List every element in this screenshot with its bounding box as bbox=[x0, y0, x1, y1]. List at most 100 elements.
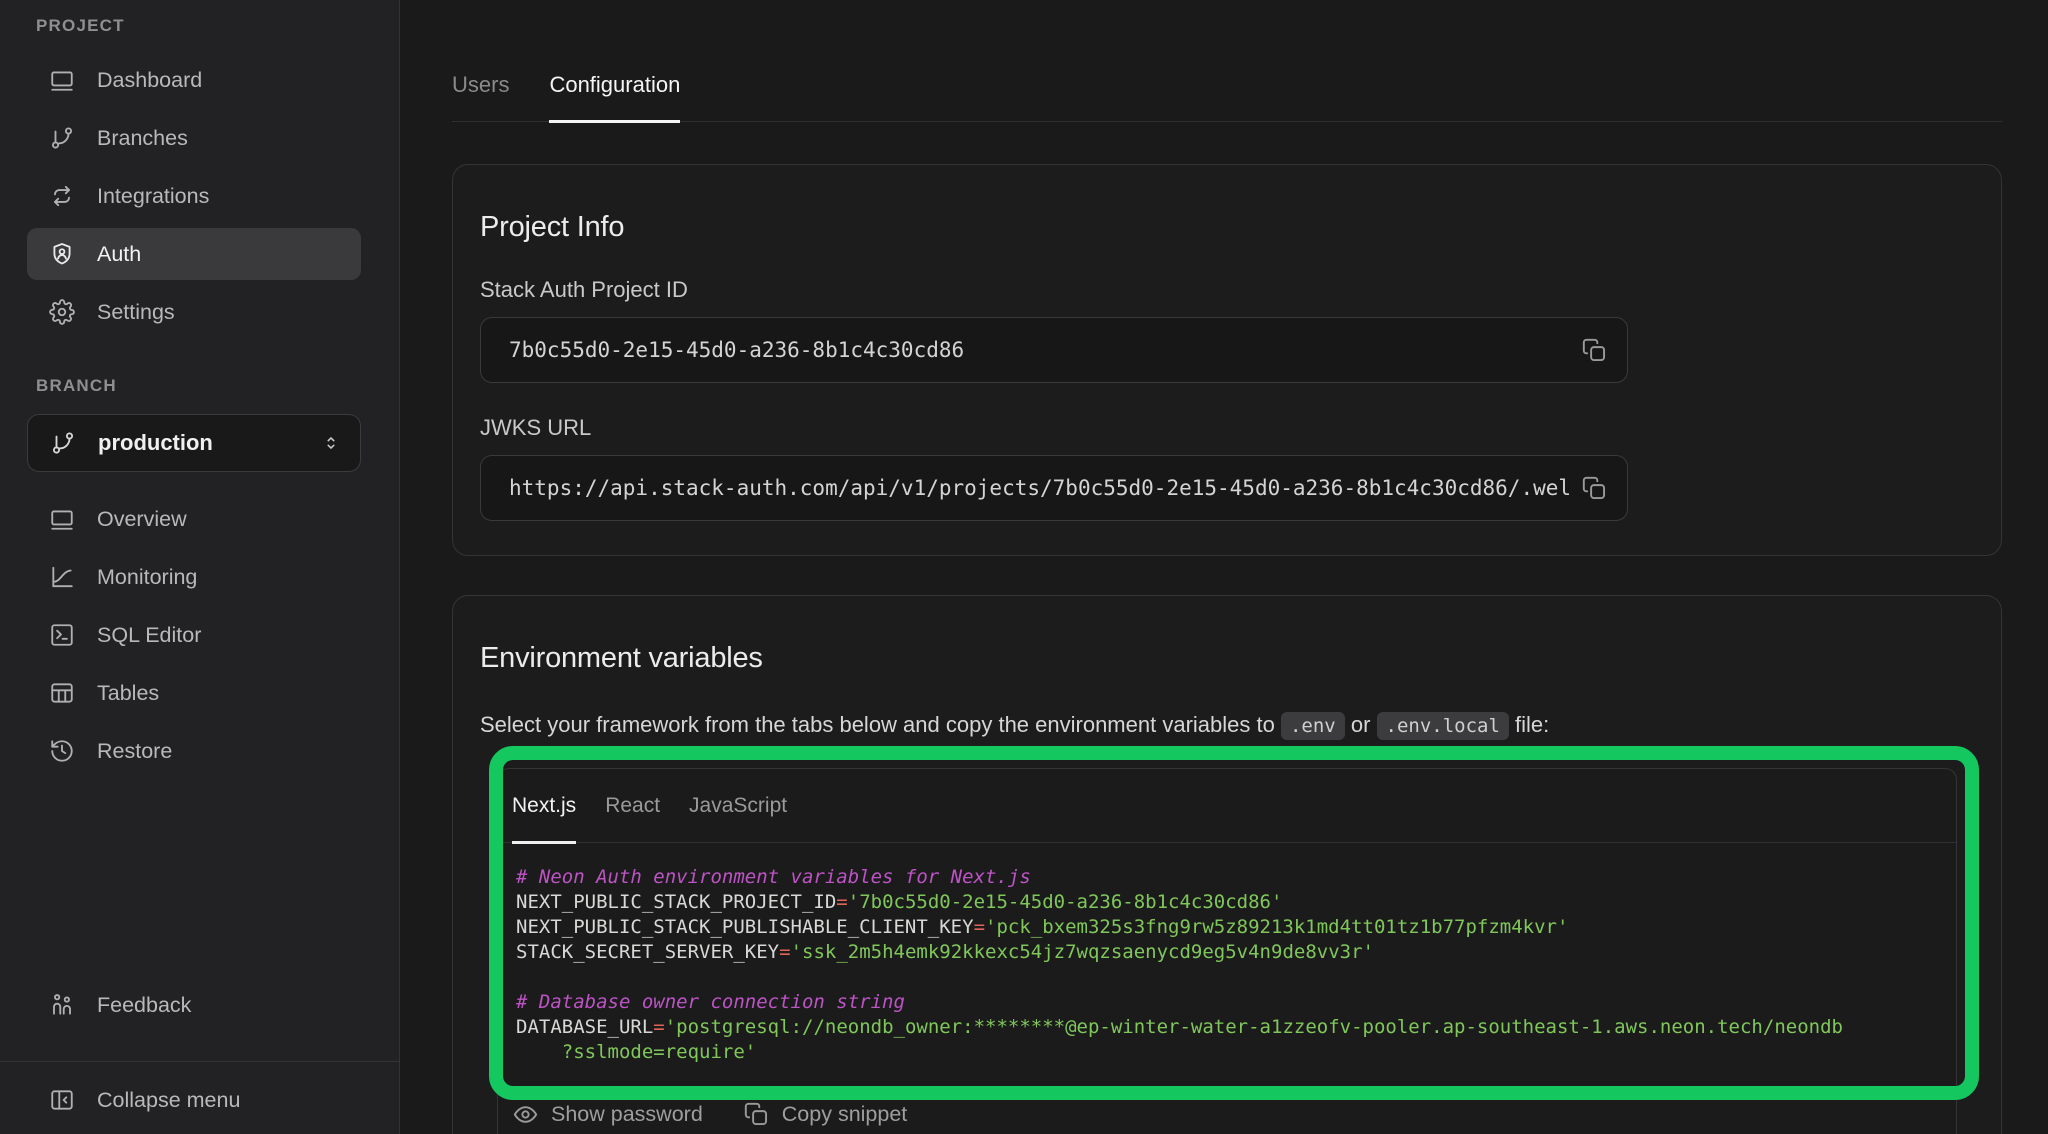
env-vars-card: Environment variables Select your framew… bbox=[452, 595, 2002, 1134]
sidebar-item-label: Tables bbox=[97, 681, 159, 706]
branch-nav: Overview Monitoring SQL Editor Tables Re… bbox=[27, 493, 361, 777]
sidebar-item-label: Overview bbox=[97, 507, 187, 532]
code-equals: = bbox=[779, 941, 790, 963]
sidebar-item-label: Branches bbox=[97, 126, 188, 151]
collapse-menu-label: Collapse menu bbox=[97, 1088, 240, 1113]
project-info-title: Project Info bbox=[480, 209, 1974, 245]
code-snippet-panel: Next.js React JavaScript # Neon Auth env… bbox=[497, 768, 1957, 1134]
branch-selector-value: production bbox=[98, 430, 213, 456]
sidebar-item-restore[interactable]: Restore bbox=[27, 725, 361, 777]
feedback-button[interactable]: Feedback bbox=[27, 979, 361, 1031]
sidebar: PROJECT Dashboard Branches Integrations … bbox=[0, 0, 400, 1134]
branch-section-label: BRANCH bbox=[27, 376, 361, 396]
sidebar-item-integrations[interactable]: Integrations bbox=[27, 170, 361, 222]
collapse-menu-button[interactable]: Collapse menu bbox=[27, 1074, 361, 1126]
code-string: 'pck_bxem325s3fng9rw5z89213k1md4tt01tz1b… bbox=[985, 916, 1568, 938]
collapse-menu-icon bbox=[49, 1087, 75, 1113]
show-password-label: Show password bbox=[551, 1102, 703, 1127]
dashboard-icon bbox=[49, 67, 75, 93]
code-string-continuation: ?sslmode=require' bbox=[516, 1041, 756, 1063]
restore-history-icon bbox=[49, 738, 75, 764]
chevron-updown-icon bbox=[320, 432, 342, 454]
sidebar-item-label: Integrations bbox=[97, 184, 209, 209]
code-string: 'postgresql://neondb_owner:********@ep-w… bbox=[665, 1016, 1843, 1038]
sidebar-item-label: Auth bbox=[97, 242, 141, 267]
code-equals: = bbox=[653, 1016, 664, 1038]
code-block: # Neon Auth environment variables for Ne… bbox=[498, 843, 1956, 1081]
jwks-url-label: JWKS URL bbox=[480, 413, 1974, 443]
sidebar-item-label: SQL Editor bbox=[97, 623, 201, 648]
app-window: PROJECT Dashboard Branches Integrations … bbox=[0, 0, 2048, 1134]
sidebar-item-monitoring[interactable]: Monitoring bbox=[27, 551, 361, 603]
integrations-icon bbox=[49, 183, 75, 209]
branch-icon bbox=[50, 430, 76, 456]
copy-jwks-url-button[interactable] bbox=[1579, 473, 1609, 503]
framework-tabbar: Next.js React JavaScript bbox=[498, 769, 1956, 843]
sidebar-item-settings[interactable]: Settings bbox=[27, 286, 361, 338]
project-info-card: Project Info Stack Auth Project ID 7b0c5… bbox=[452, 164, 2002, 556]
monitoring-chart-icon bbox=[49, 564, 75, 590]
sql-editor-icon bbox=[49, 622, 75, 648]
sidebar-item-overview[interactable]: Overview bbox=[27, 493, 361, 545]
copy-icon bbox=[1581, 475, 1608, 502]
code-comment: # Neon Auth environment variables for Ne… bbox=[516, 866, 1031, 888]
code-string: '7b0c55d0-2e15-45d0-a236-8b1c4c30cd86' bbox=[848, 891, 1283, 913]
env-chip: .env bbox=[1281, 712, 1345, 740]
code-var-name: STACK_SECRET_SERVER_KEY bbox=[516, 941, 779, 963]
branches-icon bbox=[49, 125, 75, 151]
sidebar-item-branches[interactable]: Branches bbox=[27, 112, 361, 164]
copy-project-id-button[interactable] bbox=[1579, 335, 1609, 365]
feedback-label: Feedback bbox=[97, 993, 191, 1018]
branch-selector[interactable]: production bbox=[27, 414, 361, 472]
show-password-button[interactable]: Show password bbox=[512, 1101, 703, 1128]
code-blank-line bbox=[516, 965, 1938, 990]
copy-icon bbox=[1581, 337, 1608, 364]
jwks-url-field[interactable]: https://api.stack-auth.com/api/v1/projec… bbox=[480, 455, 1628, 521]
project-nav: Dashboard Branches Integrations Auth Set… bbox=[27, 54, 361, 338]
code-var-name: NEXT_PUBLIC_STACK_PROJECT_ID bbox=[516, 891, 836, 913]
description-suffix: file: bbox=[1509, 712, 1549, 737]
sidebar-item-label: Restore bbox=[97, 739, 172, 764]
overview-icon bbox=[49, 506, 75, 532]
sidebar-footer: Feedback Collapse menu bbox=[27, 979, 361, 1134]
page-tabbar: Users Configuration bbox=[452, 71, 2002, 122]
sidebar-item-label: Settings bbox=[97, 300, 175, 325]
eye-icon bbox=[512, 1101, 539, 1128]
env-vars-description: Select your framework from the tabs belo… bbox=[480, 710, 1974, 741]
copy-icon bbox=[743, 1101, 770, 1128]
env-vars-title: Environment variables bbox=[480, 640, 1974, 676]
project-id-label: Stack Auth Project ID bbox=[480, 275, 1974, 305]
code-string: 'ssk_2m5h4emk92kkexc54jz7wqzsaenycd9eg5v… bbox=[791, 941, 1374, 963]
sidebar-item-label: Dashboard bbox=[97, 68, 202, 93]
settings-gear-icon bbox=[49, 299, 75, 325]
tab-javascript[interactable]: JavaScript bbox=[689, 769, 787, 843]
copy-snippet-button[interactable]: Copy snippet bbox=[743, 1101, 908, 1128]
project-id-value: 7b0c55d0-2e15-45d0-a236-8b1c4c30cd86 bbox=[509, 338, 1569, 362]
feedback-users-icon bbox=[49, 992, 75, 1018]
code-var-name: DATABASE_URL bbox=[516, 1016, 653, 1038]
tab-configuration[interactable]: Configuration bbox=[549, 71, 680, 121]
auth-shield-user-icon bbox=[49, 241, 75, 267]
tables-icon bbox=[49, 680, 75, 706]
sidebar-item-label: Monitoring bbox=[97, 565, 197, 590]
sidebar-item-dashboard[interactable]: Dashboard bbox=[27, 54, 361, 106]
code-var-name: NEXT_PUBLIC_STACK_PUBLISHABLE_CLIENT_KEY bbox=[516, 916, 974, 938]
code-equals: = bbox=[974, 916, 985, 938]
copy-snippet-label: Copy snippet bbox=[782, 1102, 908, 1127]
description-prefix: Select your framework from the tabs belo… bbox=[480, 712, 1281, 737]
sidebar-item-tables[interactable]: Tables bbox=[27, 667, 361, 719]
sidebar-item-sql-editor[interactable]: SQL Editor bbox=[27, 609, 361, 661]
main-content: Users Configuration Project Info Stack A… bbox=[400, 0, 2048, 1134]
code-footer: Show password Copy snippet bbox=[498, 1081, 1956, 1128]
tab-nextjs[interactable]: Next.js bbox=[512, 769, 576, 843]
sidebar-item-auth[interactable]: Auth bbox=[27, 228, 361, 280]
sidebar-divider bbox=[0, 1061, 399, 1062]
tab-users[interactable]: Users bbox=[452, 71, 509, 121]
description-or: or bbox=[1345, 712, 1377, 737]
env-local-chip: .env.local bbox=[1377, 712, 1509, 740]
tab-react[interactable]: React bbox=[605, 769, 660, 843]
project-id-field[interactable]: 7b0c55d0-2e15-45d0-a236-8b1c4c30cd86 bbox=[480, 317, 1628, 383]
project-section-label: PROJECT bbox=[27, 16, 361, 36]
jwks-url-value: https://api.stack-auth.com/api/v1/projec… bbox=[509, 476, 1569, 500]
code-equals: = bbox=[836, 891, 847, 913]
